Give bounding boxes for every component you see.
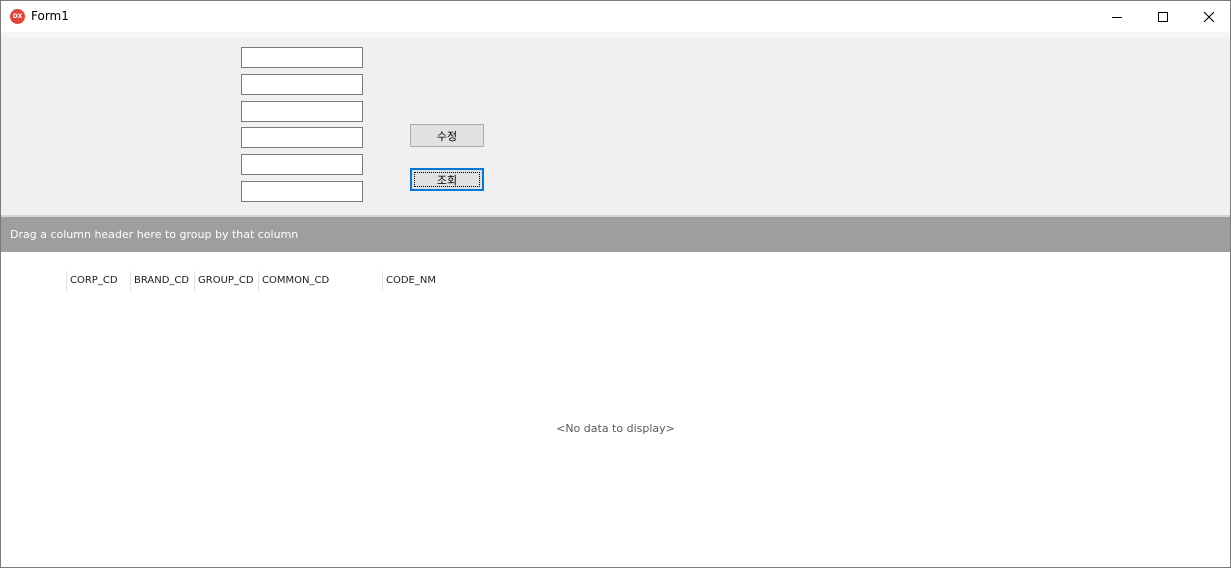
search-button[interactable]: 조회 bbox=[410, 168, 484, 191]
form1-window: DX Form1 수정 조회 Drag a column header here… bbox=[0, 0, 1231, 568]
search-button-label: 조회 bbox=[436, 173, 458, 187]
group-panel-hint: Drag a column header here to group by th… bbox=[10, 228, 299, 241]
text-field-1[interactable] bbox=[241, 47, 363, 68]
text-field-2[interactable] bbox=[241, 74, 363, 95]
minimize-button[interactable] bbox=[1094, 1, 1140, 32]
close-button[interactable] bbox=[1186, 1, 1231, 32]
empty-grid-message: <No data to display> bbox=[556, 422, 675, 435]
focus-rect: 조회 bbox=[414, 172, 480, 187]
column-header-code-nm[interactable]: CODE_NM bbox=[382, 271, 472, 291]
maximize-icon bbox=[1158, 11, 1168, 22]
title-bar[interactable]: DX Form1 bbox=[1, 1, 1230, 32]
data-grid[interactable]: CORP_CD BRAND_CD GROUP_CD COMMON_CD CODE… bbox=[1, 252, 1230, 567]
column-header-group-cd[interactable]: GROUP_CD bbox=[194, 271, 258, 291]
close-icon bbox=[1203, 11, 1215, 22]
edit-button[interactable]: 수정 bbox=[410, 124, 484, 147]
edit-button-label: 수정 bbox=[436, 129, 458, 143]
column-header-common-cd[interactable]: COMMON_CD bbox=[258, 271, 382, 291]
column-header-corp-cd[interactable]: CORP_CD bbox=[66, 271, 130, 291]
devexpress-icon: DX bbox=[10, 9, 25, 24]
minimize-icon bbox=[1112, 16, 1122, 18]
text-field-4[interactable] bbox=[241, 127, 363, 148]
window-title: Form1 bbox=[31, 9, 69, 23]
maximize-button[interactable] bbox=[1140, 1, 1186, 32]
text-field-5[interactable] bbox=[241, 154, 363, 175]
text-field-6[interactable] bbox=[241, 181, 363, 202]
text-field-3[interactable] bbox=[241, 101, 363, 122]
input-panel: 수정 조회 bbox=[1, 32, 1230, 215]
group-by-panel[interactable]: Drag a column header here to group by th… bbox=[1, 217, 1230, 252]
column-header-brand-cd[interactable]: BRAND_CD bbox=[130, 271, 194, 291]
